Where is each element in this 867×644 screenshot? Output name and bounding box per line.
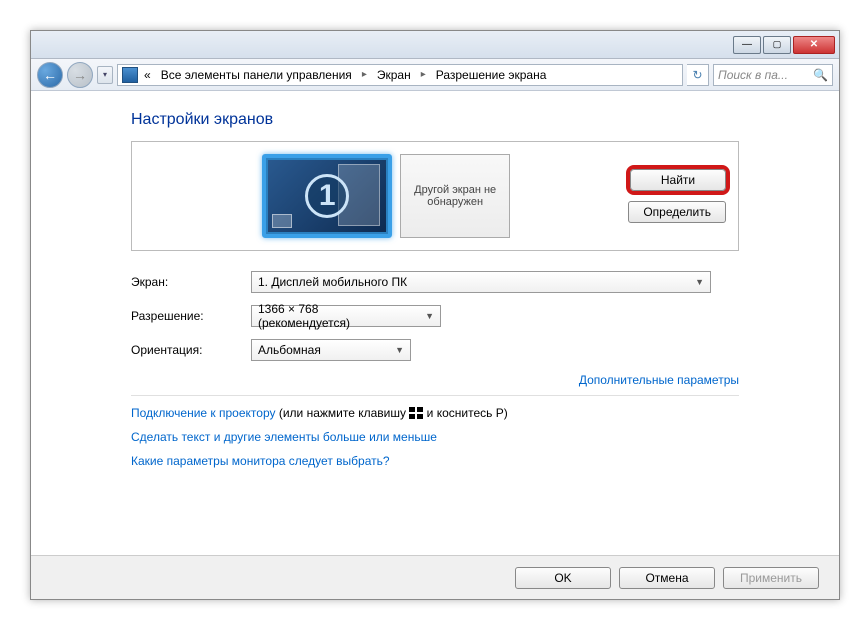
orientation-value: Альбомная [258, 343, 321, 357]
displays-preview: 1 Другой экран не обнаружен [144, 154, 628, 238]
screen-row: Экран: 1. Дисплей мобильного ПК ▼ [131, 271, 739, 293]
cancel-button[interactable]: Отмена [619, 567, 715, 589]
resolution-row: Разрешение: 1366 × 768 (рекомендуется) ▼ [131, 305, 739, 327]
nav-history-dropdown[interactable]: ▾ [97, 66, 113, 84]
divider [131, 395, 739, 396]
screen-dropdown[interactable]: 1. Дисплей мобильного ПК ▼ [251, 271, 711, 293]
search-placeholder: Поиск в па... [718, 68, 788, 82]
breadcrumb-sep-icon: ▸ [417, 69, 430, 80]
orientation-row: Ориентация: Альбомная ▼ [131, 339, 739, 361]
apply-button[interactable]: Применить [723, 567, 819, 589]
content-area: Настройки экранов 1 Другой экран не обна… [31, 91, 839, 488]
ok-button[interactable]: OK [515, 567, 611, 589]
chevron-down-icon: ▼ [395, 345, 404, 355]
forward-button[interactable]: → [67, 62, 93, 88]
chevron-down-icon: ▼ [425, 311, 434, 321]
control-panel-icon [122, 67, 138, 83]
windows-key-icon [409, 407, 423, 419]
which-monitor-link[interactable]: Какие параметры монитора следует выбрать… [131, 454, 390, 468]
projector-text-b: и коснитесь P) [423, 406, 507, 420]
find-button[interactable]: Найти [630, 169, 726, 191]
breadcrumb-screen[interactable]: Экран [373, 68, 415, 82]
refresh-button[interactable]: ↻ [687, 64, 709, 86]
which-monitor-line: Какие параметры монитора следует выбрать… [131, 454, 739, 468]
projector-line: Подключение к проектору (или нажмите кла… [131, 406, 739, 420]
resolution-label: Разрешение: [131, 309, 251, 323]
orientation-dropdown[interactable]: Альбомная ▼ [251, 339, 411, 361]
titlebar [31, 31, 839, 59]
breadcrumb-prefix: « [140, 68, 155, 82]
minimize-button[interactable] [733, 36, 761, 54]
monitor-number-badge: 1 [305, 174, 349, 218]
other-display-placeholder[interactable]: Другой экран не обнаружен [400, 154, 510, 238]
footer: OK Отмена Применить [31, 555, 839, 599]
search-icon: 🔍 [813, 68, 828, 82]
connect-projector-link[interactable]: Подключение к проектору [131, 406, 276, 420]
resolution-value: 1366 × 768 (рекомендуется) [258, 302, 413, 330]
text-size-line: Сделать текст и другие элементы больше и… [131, 430, 739, 444]
advanced-row: Дополнительные параметры [131, 373, 739, 387]
projector-text-a: (или нажмите клавишу [276, 406, 410, 420]
chevron-down-icon: ▼ [695, 277, 704, 287]
page-title: Настройки экранов [131, 111, 739, 129]
text-size-link[interactable]: Сделать текст и другие элементы больше и… [131, 430, 437, 444]
identify-button[interactable]: Определить [628, 201, 726, 223]
orientation-label: Ориентация: [131, 343, 251, 357]
navbar: ← → ▾ « Все элементы панели управления ▸… [31, 59, 839, 91]
search-input[interactable]: Поиск в па... 🔍 [713, 64, 833, 86]
monitor-1[interactable]: 1 [262, 154, 392, 238]
screen-label: Экран: [131, 275, 251, 289]
back-button[interactable]: ← [37, 62, 63, 88]
screen-value: 1. Дисплей мобильного ПК [258, 275, 407, 289]
refresh-icon: ↻ [692, 68, 702, 82]
breadcrumb-resolution[interactable]: Разрешение экрана [432, 68, 551, 82]
maximize-button[interactable] [763, 36, 791, 54]
displays-buttons: Найти Определить [628, 169, 726, 223]
displays-preview-box: 1 Другой экран не обнаружен Найти Опреде… [131, 141, 739, 251]
address-bar[interactable]: « Все элементы панели управления ▸ Экран… [117, 64, 683, 86]
close-button[interactable] [793, 36, 835, 54]
control-panel-window: ← → ▾ « Все элементы панели управления ▸… [30, 30, 840, 600]
breadcrumb-root[interactable]: Все элементы панели управления [157, 68, 356, 82]
advanced-settings-link[interactable]: Дополнительные параметры [579, 373, 739, 387]
resolution-dropdown[interactable]: 1366 × 768 (рекомендуется) ▼ [251, 305, 441, 327]
breadcrumb-sep-icon: ▸ [358, 69, 371, 80]
monitor-thumb-icon [272, 214, 292, 228]
